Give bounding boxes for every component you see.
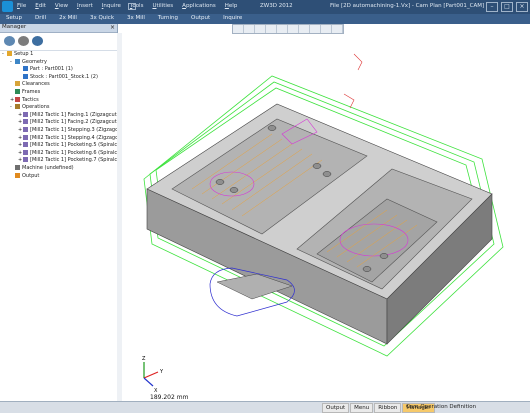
view-toolbar[interactable] [232, 24, 344, 34]
panel-close-icon[interactable]: × [110, 24, 115, 31]
tree-item[interactable]: Output [0, 172, 117, 181]
menu-item-edit[interactable]: Edit [35, 3, 46, 9]
tree-node-icon [23, 126, 28, 132]
panel-toolbar [0, 33, 117, 51]
tree-node-icon [15, 88, 20, 94]
tree-item[interactable]: + [Mill2 Tactic 1] Pocketing.6 (Spiralcut… [0, 149, 124, 158]
tab-3x-mill[interactable]: 3x Mill [121, 14, 152, 24]
tree-item[interactable]: + [Mill2 Tactic 1] Stepping.4 (Zigzagcut) [0, 134, 125, 143]
tree-item-label: [Mill2 Tactic 1] Pocketing.5 (Spiralcut) [30, 142, 125, 149]
window-title: File [2D automachining-1.Vx] - Cam Plan … [330, 3, 485, 9]
menu-item-help[interactable]: Help [225, 3, 238, 9]
tree-node-icon [15, 96, 20, 102]
tree-node-icon [15, 104, 20, 110]
tree-item-label: Operations [22, 104, 50, 111]
tree-node-icon [15, 172, 20, 178]
tree-item[interactable]: Machine (undefined) [0, 164, 117, 173]
tree-item[interactable]: Clearances [0, 81, 117, 89]
tree-node-icon [23, 134, 28, 140]
tab-3x-quick[interactable]: 3x Quick [84, 14, 121, 24]
tree-node-icon [23, 111, 28, 117]
tree-node-icon [23, 66, 28, 72]
title-bar: File Edit View Insert Inquire Tools Utilities A… [0, 0, 530, 14]
tree-node-icon [23, 157, 28, 163]
status-bar: Output Menu Ribbon Manager Cam Operation De… [0, 401, 530, 413]
tab-output[interactable]: Output [185, 14, 217, 24]
setup-icon[interactable] [18, 36, 29, 46]
tree-node-icon [23, 119, 28, 125]
tree-node-icon [23, 142, 28, 148]
tree-item[interactable]: Stock : Part001_Stock.1 (2) [0, 73, 117, 82]
ref-marker-2 [343, 93, 355, 109]
tree-item[interactable]: Frames [0, 88, 117, 97]
tree-item[interactable]: + [Mill2 Tactic 1] Facing.1 (Zigzagcut) [0, 111, 119, 120]
cam-plan-icon[interactable] [4, 36, 15, 46]
quick-access-icon[interactable] [128, 3, 136, 10]
menu-item-inquire[interactable]: Inquire [102, 3, 121, 9]
tool-icon[interactable] [32, 36, 43, 46]
zw3d-logo-icon [2, 1, 13, 12]
tab-turning[interactable]: Turning [152, 14, 185, 24]
tree-item-label: Stock : Part001_Stock.1 (2) [30, 73, 98, 80]
tree-item-label: [Mill2 Tactic 1] Facing.2 (Zigzagcut) [30, 119, 119, 126]
tree-item-label: Setup 1 [14, 51, 34, 57]
status-text: Cam Operation Definition [406, 404, 477, 410]
graphics-viewport[interactable]: Z Y X 189.202 mm [122, 24, 530, 401]
cam-tree: - Setup 1- Geometry Part : Part001 (1) Stock… [0, 51, 125, 181]
tree-node-icon [7, 51, 12, 56]
close-icon[interactable]: × [516, 2, 528, 12]
tree-item-label: Output [22, 172, 40, 179]
tree-item-label: Geometry [22, 58, 47, 65]
menu-item-file[interactable]: File [17, 3, 26, 9]
ref-marker [353, 53, 363, 71]
panel-header: Manager × [0, 24, 117, 33]
tree-item-label: Frames [22, 88, 41, 95]
tree-node-icon [15, 81, 20, 87]
menu-item-insert[interactable]: Insert [77, 3, 93, 9]
tab-setup[interactable]: Setup [0, 14, 29, 24]
tree-item[interactable]: - Geometry [0, 58, 117, 67]
distance-readout: 189.202 mm [150, 394, 189, 401]
panel-title: Manager [2, 24, 27, 30]
menu-item-utilities[interactable]: Utilities [152, 3, 173, 9]
minimize-icon[interactable]: – [486, 2, 498, 12]
tree-item-label: [Mill2 Tactic 1] Stepping.3 (Zigzagcut) [30, 126, 125, 133]
menu-item-applications[interactable]: Applications [182, 3, 216, 9]
axis-triad: Z Y X [142, 356, 164, 394]
tree-item[interactable]: Part : Part001 (1) [0, 66, 117, 74]
tree-item[interactable]: + [Mill2 Tactic 1] Facing.2 (Zigzagcut) [0, 119, 119, 127]
tree-item-label: Machine (undefined) [22, 164, 74, 171]
tree-node-icon [15, 58, 20, 64]
tree-node-icon [23, 149, 28, 155]
maximize-icon[interactable]: □ [501, 2, 513, 12]
ribbon-tabs: Setup Drill 2x Mill 3x Quick 3x Mill Turning O… [0, 14, 530, 24]
tab-inquire[interactable]: Inquire [217, 14, 249, 24]
app-title: ZW3D 2012 [260, 3, 293, 9]
tree-node-icon [15, 164, 20, 170]
tree-item-label: Part : Part001 (1) [30, 66, 73, 73]
tree-item[interactable]: + Tactics [0, 96, 117, 105]
menu-item-view[interactable]: View [55, 3, 68, 9]
tree-node-icon [23, 73, 28, 79]
tree-item-label: [Mill2 Tactic 1] Stepping.4 (Zigzagcut) [30, 134, 125, 141]
tree-item[interactable]: + [Mill2 Tactic 1] Pocketing.5 (Spiralcut… [0, 142, 124, 150]
tree-item-label: Tactics [22, 96, 39, 103]
tree-item[interactable]: - Operations [0, 104, 117, 112]
tree-item[interactable]: + [Mill2 Tactic 1] Stepping.3 (Zigzagcut) [0, 126, 125, 135]
manager-panel: Manager × - Setup 1- Geometry Part : Part00… [0, 24, 125, 401]
part-model: Z Y X [142, 53, 504, 394]
tree-item-label: [Mill2 Tactic 1] Facing.1 (Zigzagcut) [30, 111, 119, 118]
triad-y-label: Y [159, 369, 164, 375]
tab-drill[interactable]: Drill [29, 14, 53, 24]
tree-item[interactable]: - Setup 1 [0, 51, 117, 59]
tab-2x-mill[interactable]: 2x Mill [53, 14, 84, 24]
tree-item[interactable]: + [Mill2 Tactic 1] Pocketing.7 (Spiralcut… [0, 157, 124, 165]
tree-item-label: [Mill2 Tactic 1] Pocketing.7 (Spiralcut) [30, 157, 125, 164]
tree-item-label: [Mill2 Tactic 1] Pocketing.6 (Spiralcut) [30, 149, 125, 156]
tree-item-label: Clearances [22, 81, 50, 88]
triad-z-label: Z [142, 356, 146, 362]
